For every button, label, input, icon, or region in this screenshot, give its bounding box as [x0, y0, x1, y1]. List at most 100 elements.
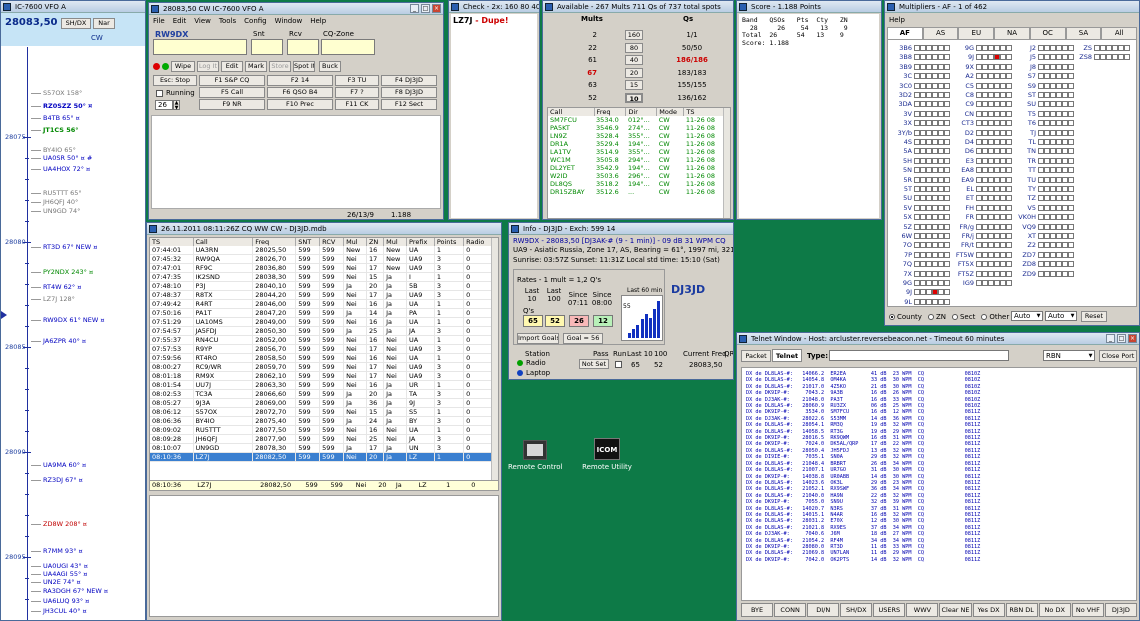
log-row[interactable]: 07:44:01 UA3RN 28025,50 599 599 New 16 New UA 1 0 [150, 246, 492, 255]
spot-row[interactable]: DR15ZBAY 3512.6... CW 11-26 08 [548, 188, 724, 196]
spot-row[interactable]: DL8QS 3518.2 194°... CW 11-26 08 [548, 180, 724, 188]
radio-other[interactable]: Other [981, 313, 1009, 321]
bandmap-spot[interactable]: LZ7J 128° [43, 295, 75, 303]
log-row[interactable]: 07:57:53 R9YP 28056,70 599 599 Nei 17 Nei UA9 3 0 [150, 344, 492, 354]
fkey-f7[interactable]: F7 ? [335, 87, 379, 98]
maximize-icon[interactable]: □ [1117, 334, 1126, 343]
mult-entry[interactable]: FT5W [954, 251, 1012, 259]
mult-entry[interactable]: 9X [954, 63, 1012, 71]
mult-entry[interactable]: S7 [1016, 72, 1074, 80]
spot-row[interactable]: WC1M 3505.8 294°... CW 11-26 08 [548, 156, 724, 164]
log-row[interactable]: 07:51:29 UA10MS 28049,00 599 599 Nei 16 Ja UA 1 0 [150, 317, 492, 327]
bye-button[interactable]: BYE [741, 603, 774, 617]
spot-row[interactable]: LN9Z 3528.4 355°... CW 11-26 08 [548, 132, 724, 140]
menu-item-help[interactable]: Help [310, 15, 326, 27]
entry-titlebar[interactable]: 28083,50 CW IC-7600 VFO A _ □ × [149, 3, 443, 15]
mult-entry[interactable]: TR [1016, 157, 1074, 165]
tab-na[interactable]: NA [994, 27, 1030, 39]
snt-input[interactable] [251, 39, 283, 55]
mult-entry[interactable]: J8 [1016, 63, 1074, 71]
rcv-input[interactable] [287, 39, 319, 55]
log-column-snt[interactable]: SNT [295, 238, 321, 246]
spot-row[interactable]: PA5KT 3546.9 274°... CW 11-26 08 [548, 124, 724, 132]
log-row[interactable]: 07:47:01 RF9C 28036,80 599 599 Nei 17 New UA9 3 0 [150, 263, 492, 273]
mult-entry[interactable]: ZD8 [1016, 260, 1074, 268]
menu-item-edit[interactable]: Edit [173, 15, 187, 27]
log-row[interactable]: 07:48:37 R8TX 28044,20 599 599 Nei 17 Ja UA9 3 0 [150, 290, 492, 300]
mult-entry[interactable]: XT [1016, 232, 1074, 240]
mult-entry[interactable]: 5R [892, 176, 950, 184]
bandmap-spot[interactable]: RU5TTT 65° [43, 189, 82, 197]
menu-item-config[interactable]: Config [244, 15, 266, 27]
tab-sa[interactable]: SA [1065, 27, 1102, 39]
bandmap-spot[interactable]: R7MM 93° ¤ [43, 547, 83, 555]
mult-entry[interactable]: ST [1016, 91, 1074, 99]
bandmap-spot[interactable]: UA0UGI 43° ¤ [43, 562, 88, 570]
store-button[interactable]: Store [269, 61, 291, 72]
menu-item-tools[interactable]: Tools [219, 15, 236, 27]
mult-entry[interactable]: C8 [954, 91, 1012, 99]
mult-entry[interactable]: 3DA [892, 100, 950, 108]
mult-entry[interactable]: J5 [1016, 53, 1074, 61]
spot-row[interactable]: W2ID 3503.6 296°... CW 11-26 08 [548, 172, 724, 180]
command-input[interactable] [829, 350, 1009, 361]
mult-entry[interactable]: CN [954, 110, 1012, 118]
bandmap-scale[interactable]: 28075 28080 28085 28090 28095 S57OX 158° RZ0S… [1, 47, 145, 620]
fkey-f10[interactable]: F10 Prec [267, 99, 333, 110]
bandmap-spot[interactable]: BY4IO 65° [43, 146, 76, 154]
info-titlebar[interactable]: Info - DJ3JD - Exch: 599 14 [509, 223, 733, 235]
mult-entry[interactable]: 5U [892, 194, 950, 202]
mult-entry[interactable]: 3B8 [892, 53, 950, 61]
band-button-10[interactable]: 10 [625, 92, 643, 103]
mult-entry[interactable]: 5V [892, 204, 950, 212]
close-icon[interactable]: × [1128, 334, 1137, 343]
log-scrollbar[interactable] [491, 238, 498, 486]
mult-entry[interactable]: 5Z [892, 223, 950, 231]
close-icon[interactable]: × [432, 4, 441, 13]
log-row[interactable]: 07:55:37 RN4CU 28052,00 599 599 Nei 16 Nei UA 1 0 [150, 335, 492, 345]
score-titlebar[interactable]: Score - 1.188 Points [737, 1, 881, 13]
auto-select-2[interactable]: Auto ▼ [1045, 311, 1077, 321]
fkey-f5[interactable]: F5 Call [199, 87, 265, 98]
spot-scrollbar[interactable] [723, 108, 730, 218]
mult-entry[interactable]: CT3 [954, 119, 1012, 127]
mult-entry[interactable]: FT5Z [954, 270, 1012, 278]
mult-entry[interactable]: FR/t [954, 241, 1012, 249]
mult-entry[interactable]: 5T [892, 185, 950, 193]
log-column-mul[interactable]: Mul [343, 238, 367, 246]
bandmap-spot[interactable]: JT1CS 56° [43, 126, 79, 134]
log-column-call[interactable]: Call [193, 238, 254, 246]
minimize-icon[interactable]: _ [1106, 334, 1115, 343]
log-row[interactable]: 08:06:12 S57OX 28072,70 599 599 Nei 15 Ja S5 1 0 [150, 407, 492, 417]
log-column-points[interactable]: Points [434, 238, 465, 246]
log-entry-row[interactable]: 08:10:36 LZ7J 28082,50 599 599 Nei 20 Ja LZ 1 0 [149, 480, 499, 491]
log-row[interactable]: 08:01:18 RM9X 28062,10 599 599 Nei 17 Nei UA9 3 0 [150, 371, 492, 381]
speed-spinner-icon[interactable]: ▲ ▼ [173, 100, 180, 111]
mult-entry[interactable]: 9J [954, 53, 1012, 61]
multipliers-titlebar[interactable]: Multipliers - AF - 1 of 462 [885, 1, 1139, 13]
mult-entry[interactable]: Z2 [1016, 241, 1074, 249]
log-row[interactable]: 08:06:36 BY4IO 28075,40 599 599 Ja 24 Ja BY 3 0 [150, 416, 492, 426]
mult-entry[interactable]: 5H [892, 157, 950, 165]
bandmap-spot[interactable]: JH6QFJ 40° [43, 198, 78, 206]
bandmap-spot[interactable]: UA0SR 50° ¤ # [43, 154, 92, 162]
available-titlebar[interactable]: Available - 267 Mults 711 Qs of 737 tota… [543, 1, 733, 13]
cqzone-input[interactable] [321, 39, 375, 55]
buck-button[interactable]: Buck [319, 61, 341, 72]
menu-item-file[interactable]: File [153, 15, 165, 27]
wwv-button[interactable]: WWV [906, 603, 939, 617]
log-column-freq[interactable]: Freq [252, 238, 297, 246]
band-button-15[interactable]: 15 [625, 80, 643, 90]
log-row[interactable]: 08:02:53 TC3A 28066,60 599 599 Ja 20 Ja TA 3 0 [150, 389, 492, 399]
mult-entry[interactable]: FR/g [954, 223, 1012, 231]
bandmap-spot[interactable]: RT3D 67° NEW ¤ [43, 243, 97, 251]
maximize-icon[interactable]: □ [421, 4, 430, 13]
log-row[interactable]: 08:10:36 LZ7J 28082,50 599 599 Nei 20 Ja LZ 1 0 [150, 452, 492, 462]
call-input[interactable] [153, 39, 247, 55]
bandmap-spot[interactable]: JH3CUL 40° ¤ [43, 607, 87, 615]
log-row[interactable]: 08:10:07 UN9GD 28078,30 599 599 Ja 17 Ja UN 3 0 [150, 443, 492, 453]
log-row[interactable]: 07:49:42 R4RT 28046,00 599 599 Nei 16 Ja UA 1 0 [150, 299, 492, 309]
spot-column-dir[interactable]: Dir [625, 108, 658, 116]
check-titlebar[interactable]: Check - 2x: 160 80 40... [449, 1, 539, 13]
fkey-f9[interactable]: F9 NR [199, 99, 265, 110]
